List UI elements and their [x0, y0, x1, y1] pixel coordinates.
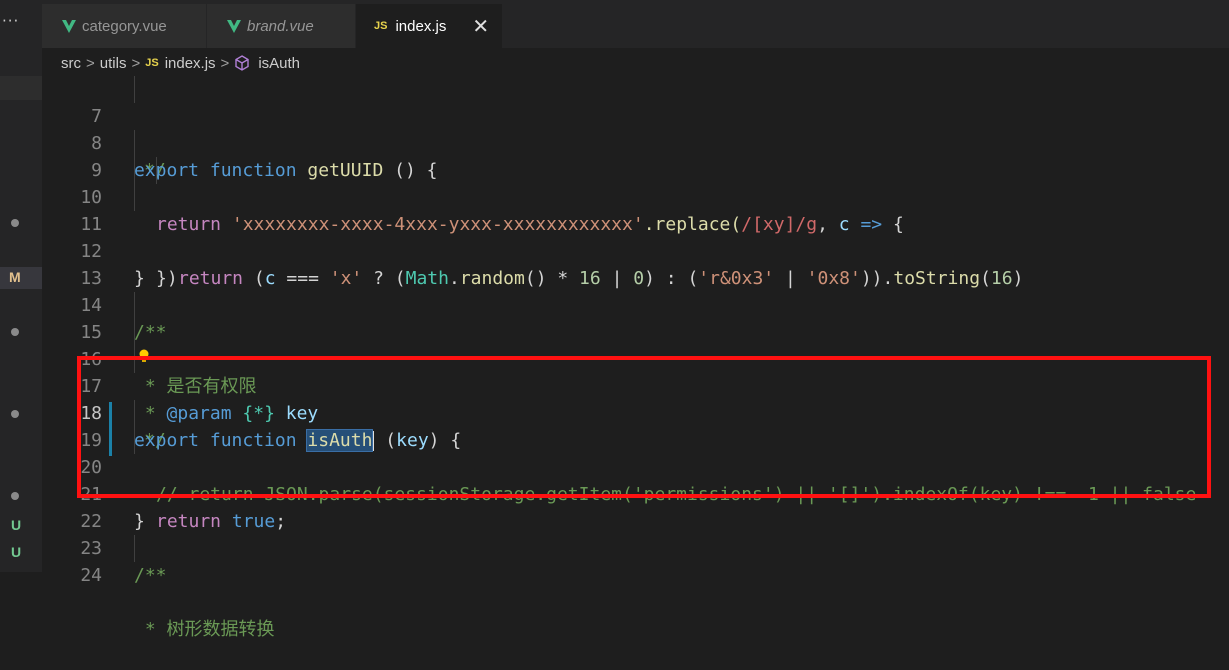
indent-guide	[134, 319, 135, 346]
code-line: 13	[42, 238, 1229, 289]
tab-label: index.js	[395, 17, 447, 35]
symbol-method-icon	[235, 55, 250, 71]
tab-bar: category.vue brand.vue JS index.js ✕	[42, 0, 1229, 48]
line-number: 24	[80, 565, 102, 586]
code-text: * 树形数据转换	[134, 619, 275, 640]
breadcrumb: src > utils > JS index.js > isAuth	[42, 48, 1229, 78]
js-file-icon: JS	[145, 57, 159, 69]
git-status-untracked[interactable]: U	[0, 542, 42, 564]
sidebar-separator	[0, 76, 42, 100]
tab-category-vue[interactable]: category.vue	[42, 4, 206, 48]
git-dot-icon	[11, 328, 19, 336]
vue-file-icon	[227, 19, 241, 33]
highlight-annotation-box	[77, 356, 1211, 498]
js-file-icon: JS	[374, 20, 388, 32]
indent-guide	[134, 292, 135, 319]
code-line: 15 * 是否有权限	[42, 292, 1229, 397]
code-line: 8 export function getUUID () {	[42, 103, 1229, 181]
code-line: 10 return (c === 'x' ? (Math.random() * …	[42, 157, 1229, 289]
indent-guide	[134, 184, 135, 211]
code-text: /**	[134, 565, 167, 586]
code-line: 24 * 树形数据转换	[42, 535, 1229, 640]
git-dot-icon	[11, 219, 19, 227]
vue-file-icon	[62, 19, 76, 33]
indent-guide	[156, 157, 157, 184]
code-line: 12 }	[42, 211, 1229, 289]
git-dot-icon	[11, 492, 19, 500]
tab-label: category.vue	[82, 17, 167, 35]
breadcrumb-file[interactable]: index.js	[165, 55, 216, 72]
indent-guide	[134, 130, 135, 157]
close-icon[interactable]: ✕	[472, 14, 489, 38]
code-line: 11 })	[42, 184, 1229, 289]
git-status-modified[interactable]: M	[0, 267, 42, 289]
breadcrumb-src[interactable]: src	[61, 55, 81, 72]
git-dot-icon	[11, 410, 19, 418]
indent-guide	[134, 157, 135, 184]
chevron-right-icon: >	[220, 54, 230, 72]
code-line: 14 /**	[42, 265, 1229, 343]
git-status-untracked[interactable]: U	[0, 515, 42, 537]
breadcrumb-symbol[interactable]: isAuth	[258, 55, 300, 72]
activity-sidebar: ··· M U U	[0, 0, 42, 572]
tab-label: brand.vue	[247, 17, 314, 35]
code-line: 16 * @param {*} key	[42, 319, 1229, 424]
indent-guide	[134, 535, 135, 562]
git-status-label: U	[11, 544, 22, 560]
code-line: 7 */	[42, 76, 1229, 181]
code-line: 9 return 'xxxxxxxx-xxxx-4xxx-yxxx-xxxxxx…	[42, 130, 1229, 235]
chevron-right-icon: >	[131, 54, 141, 72]
indent-guide	[134, 76, 135, 103]
breadcrumb-utils[interactable]: utils	[100, 55, 127, 72]
tab-brand-vue[interactable]: brand.vue	[207, 4, 355, 48]
git-status-label: M	[9, 269, 21, 285]
more-actions-icon[interactable]: ···	[2, 12, 19, 30]
git-status-label: U	[11, 517, 22, 533]
tab-index-js[interactable]: JS index.js ✕	[356, 4, 502, 48]
code-line: 23 /**	[42, 508, 1229, 586]
chevron-right-icon: >	[86, 54, 95, 72]
